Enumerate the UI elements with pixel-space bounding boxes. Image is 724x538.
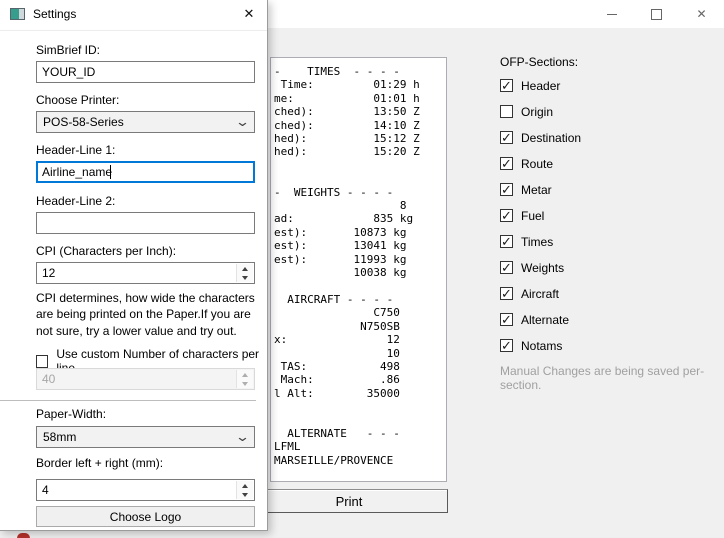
minimize-icon [607, 14, 617, 15]
checkbox-label: Alternate [521, 313, 569, 327]
choose-logo-button[interactable]: Choose Logo [36, 506, 255, 527]
border-mm-stepper[interactable]: 4 [36, 479, 255, 501]
ofp-section-aircraft[interactable]: ✓ Aircraft [500, 287, 581, 300]
checkbox-label: Destination [521, 131, 581, 145]
print-button-label: Print [336, 494, 363, 509]
stepper-buttons [236, 481, 253, 499]
printer-select[interactable]: POS-58-Series ⌄ [36, 111, 255, 133]
checkbox-alternate[interactable]: ✓ [500, 313, 513, 326]
app-icon [10, 8, 25, 20]
ofp-preview-text: - TIMES - - - - Time: 01:29 h me: 01:01 … [271, 58, 446, 467]
checkbox-destination[interactable]: ✓ [500, 131, 513, 144]
border-mm-label: Border left + right (mm): [36, 456, 163, 470]
checkbox-aircraft[interactable]: ✓ [500, 287, 513, 300]
paper-width-label: Paper-Width: [36, 407, 106, 421]
close-icon: ✕ [696, 8, 706, 20]
maximize-icon [651, 9, 662, 20]
ofp-section-metar[interactable]: ✓ Metar [500, 183, 581, 196]
ofp-section-times[interactable]: ✓ Times [500, 235, 581, 248]
settings-dialog: Settings ✕ SimBrief ID: Choose Printer: … [0, 0, 268, 531]
stepper-buttons [236, 370, 253, 388]
header-line-1-input[interactable] [36, 161, 255, 183]
arrow-down-icon [242, 493, 248, 497]
print-button[interactable]: Print [250, 489, 448, 513]
arrow-up-icon [242, 267, 248, 271]
checkbox-header[interactable]: ✓ [500, 79, 513, 92]
ofp-section-origin[interactable]: Origin [500, 105, 581, 118]
paper-width-selected-value: 58mm [43, 430, 76, 444]
ofp-sections-note: Manual Changes are being saved per-secti… [500, 364, 724, 392]
printer-selected-value: POS-58-Series [43, 115, 124, 129]
header-line-2-label: Header-Line 2: [36, 194, 115, 208]
ofp-section-route[interactable]: ✓ Route [500, 157, 581, 170]
stepper-down-button [237, 379, 253, 388]
checkbox-label: Fuel [521, 209, 544, 223]
close-button[interactable]: ✕ [679, 0, 724, 28]
chevron-down-icon: ⌄ [235, 118, 250, 126]
settings-close-button[interactable]: ✕ [235, 2, 263, 26]
cpi-value: 12 [42, 266, 55, 280]
paper-width-select[interactable]: 58mm ⌄ [36, 426, 255, 448]
ofp-section-alternate[interactable]: ✓ Alternate [500, 313, 581, 326]
arrow-down-icon [242, 276, 248, 280]
checkbox-label: Route [521, 157, 553, 171]
checkbox-label: Aircraft [521, 287, 559, 301]
header-line-2-input[interactable] [36, 212, 255, 234]
cpi-label: CPI (Characters per Inch): [36, 244, 176, 258]
border-mm-value: 4 [42, 483, 49, 497]
checkbox-label: Origin [521, 105, 553, 119]
text-caret [110, 165, 111, 179]
ofp-section-fuel[interactable]: ✓ Fuel [500, 209, 581, 222]
header-line-1-label: Header-Line 1: [36, 143, 115, 157]
stepper-up-button[interactable] [237, 481, 253, 490]
stepper-down-button[interactable] [237, 273, 253, 282]
choose-logo-label: Choose Logo [110, 510, 181, 524]
ofp-section-header[interactable]: ✓ Header [500, 79, 581, 92]
printer-label: Choose Printer: [36, 93, 119, 107]
section-divider [0, 400, 256, 401]
minimize-button[interactable] [589, 0, 634, 28]
checkbox-label: Notams [521, 339, 562, 353]
cpi-help-text: CPI determines, how wide the characters … [36, 290, 262, 339]
checkbox-times[interactable]: ✓ [500, 235, 513, 248]
arrow-up-icon [242, 484, 248, 488]
ofp-sections-title: OFP-Sections: [500, 55, 578, 69]
custom-chars-checkbox[interactable] [36, 355, 48, 368]
settings-dialog-titlebar[interactable]: Settings ✕ [0, 0, 267, 31]
checkbox-notams[interactable]: ✓ [500, 339, 513, 352]
custom-chars-value: 40 [42, 372, 55, 386]
ofp-section-weights[interactable]: ✓ Weights [500, 261, 581, 274]
settings-dialog-title: Settings [33, 7, 76, 21]
simbrief-id-label: SimBrief ID: [36, 43, 100, 57]
stepper-buttons [236, 264, 253, 282]
checkbox-weights[interactable]: ✓ [500, 261, 513, 274]
window-controls: ✕ [589, 0, 724, 28]
close-icon: ✕ [244, 6, 255, 22]
chevron-down-icon: ⌄ [235, 433, 250, 441]
checkbox-fuel[interactable]: ✓ [500, 209, 513, 222]
checkbox-label: Header [521, 79, 560, 93]
stepper-up-button[interactable] [237, 264, 253, 273]
arrow-up-icon [242, 373, 248, 377]
ofp-sections-list: ✓ Header Origin ✓ Destination ✓ Route ✓ … [500, 79, 581, 352]
checkbox-label: Weights [521, 261, 564, 275]
cpi-stepper[interactable]: 12 [36, 262, 255, 284]
checkbox-route[interactable]: ✓ [500, 157, 513, 170]
ofp-preview-textarea[interactable]: - TIMES - - - - Time: 01:29 h me: 01:01 … [270, 57, 447, 482]
checkbox-label: Metar [521, 183, 552, 197]
stepper-up-button [237, 370, 253, 379]
checkbox-origin[interactable] [500, 105, 513, 118]
checkbox-label: Times [521, 235, 553, 249]
custom-chars-stepper: 40 [36, 368, 255, 390]
arrow-down-icon [242, 382, 248, 386]
simbrief-id-input[interactable] [36, 61, 255, 83]
stepper-down-button[interactable] [237, 490, 253, 499]
maximize-button[interactable] [634, 0, 679, 28]
checkbox-metar[interactable]: ✓ [500, 183, 513, 196]
ofp-section-notams[interactable]: ✓ Notams [500, 339, 581, 352]
logo-fragment [17, 533, 30, 538]
ofp-section-destination[interactable]: ✓ Destination [500, 131, 581, 144]
